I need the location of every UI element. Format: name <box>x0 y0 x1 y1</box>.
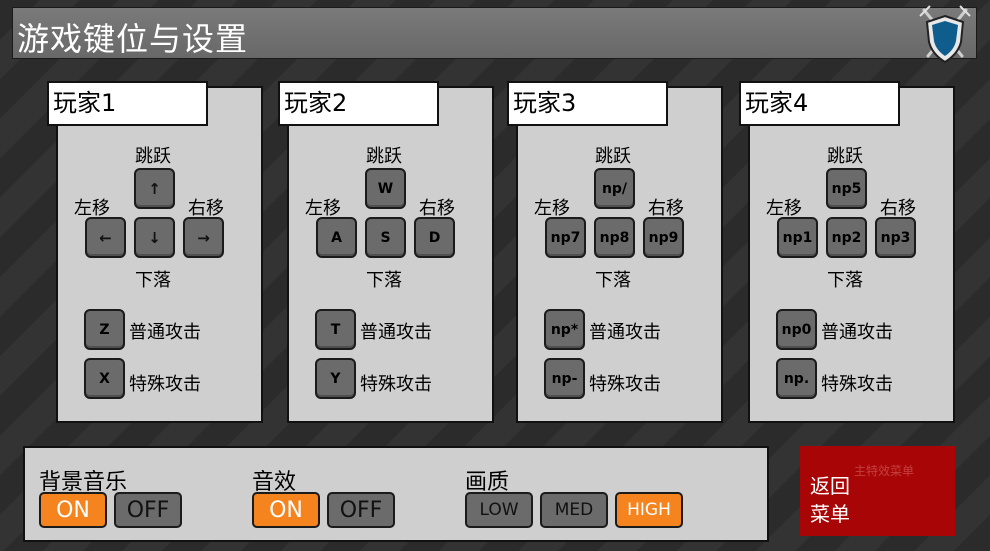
shield-crossed-swords-icon <box>919 5 971 64</box>
sfx-off-button[interactable]: OFF <box>327 492 395 528</box>
quality-low-button[interactable]: LOW <box>465 492 533 528</box>
player-3-panel: 玩家3 跳跃 np/左移 右移 np7 np8 np9 下落 np* 普通攻击 np- 特殊攻击 <box>507 81 723 423</box>
special-key[interactable]: np- <box>544 358 585 399</box>
right-key[interactable]: → <box>183 217 224 258</box>
title-bar: 游戏键位与设置 <box>12 5 977 64</box>
jump-key[interactable]: np/ <box>594 168 635 209</box>
attack-label: 普通攻击 <box>589 322 661 343</box>
jump-label: 跳跃 <box>827 146 863 167</box>
down-label: 下落 <box>366 270 402 291</box>
jump-label: 跳跃 <box>366 146 402 167</box>
special-label: 特殊攻击 <box>821 374 893 395</box>
special-label: 特殊攻击 <box>129 374 201 395</box>
settings-panel: 背景音乐 ON OFF 音效 ON OFF 画质 LOW MED HIGH <box>23 446 769 542</box>
special-key[interactable]: X <box>84 358 125 399</box>
page-title: 游戏键位与设置 <box>17 20 249 58</box>
attack-label: 普通攻击 <box>360 322 432 343</box>
player-1-panel: 玩家1 跳跃 ↑ 左移 右移 ← ↓ → 下落 Z 普通攻击 X 特殊攻击 <box>47 81 263 423</box>
down-key[interactable]: ↓ <box>134 217 175 258</box>
player-title: 玩家4 <box>739 81 900 126</box>
down-label: 下落 <box>827 270 863 291</box>
left-key[interactable]: A <box>316 217 357 258</box>
right-key[interactable]: D <box>414 217 455 258</box>
player-title: 玩家2 <box>278 81 439 126</box>
back-label-line1: 返回 <box>810 474 850 498</box>
right-key[interactable]: np9 <box>643 217 684 258</box>
special-label: 特殊攻击 <box>589 374 661 395</box>
player-2-panel: 玩家2 跳跃 W 左移 右移 A S D 下落 T 普通攻击 Y 特殊攻击 <box>278 81 494 423</box>
back-to-menu-button[interactable]: 主特效菜单 返回 菜单 <box>800 446 955 536</box>
special-label: 特殊攻击 <box>360 374 432 395</box>
quality-high-button[interactable]: HIGH <box>615 492 683 528</box>
music-off-button[interactable]: OFF <box>114 492 182 528</box>
down-key[interactable]: np2 <box>826 217 867 258</box>
player-title: 玩家1 <box>47 81 208 126</box>
jump-key[interactable]: W <box>365 168 406 209</box>
attack-key[interactable]: np* <box>544 309 585 350</box>
quality-med-button[interactable]: MED <box>540 492 608 528</box>
attack-key[interactable]: T <box>315 309 356 350</box>
down-key[interactable]: np8 <box>594 217 635 258</box>
attack-label: 普通攻击 <box>129 322 201 343</box>
sfx-on-button[interactable]: ON <box>252 492 320 528</box>
jump-key[interactable]: ↑ <box>134 168 175 209</box>
music-on-button[interactable]: ON <box>39 492 107 528</box>
right-key[interactable]: np3 <box>875 217 916 258</box>
left-key[interactable]: ← <box>85 217 126 258</box>
special-key[interactable]: np. <box>776 358 817 399</box>
attack-key[interactable]: Z <box>84 309 125 350</box>
down-label: 下落 <box>595 270 631 291</box>
attack-key[interactable]: np0 <box>776 309 817 350</box>
player-4-panel: 玩家4 跳跃 np5 左移 右移 np1 np2 np3 下落 np0 普通攻击 np. 特殊攻击 <box>739 81 955 423</box>
jump-label: 跳跃 <box>595 146 631 167</box>
down-label: 下落 <box>135 270 171 291</box>
attack-label: 普通攻击 <box>821 322 893 343</box>
jump-key[interactable]: np5 <box>826 168 867 209</box>
left-key[interactable]: np1 <box>777 217 818 258</box>
special-key[interactable]: Y <box>315 358 356 399</box>
jump-label: 跳跃 <box>135 146 171 167</box>
left-key[interactable]: np7 <box>545 217 586 258</box>
player-title: 玩家3 <box>507 81 668 126</box>
back-ghost-text: 主特效菜单 <box>854 464 915 478</box>
down-key[interactable]: S <box>365 217 406 258</box>
back-label-line2: 菜单 <box>810 502 850 526</box>
